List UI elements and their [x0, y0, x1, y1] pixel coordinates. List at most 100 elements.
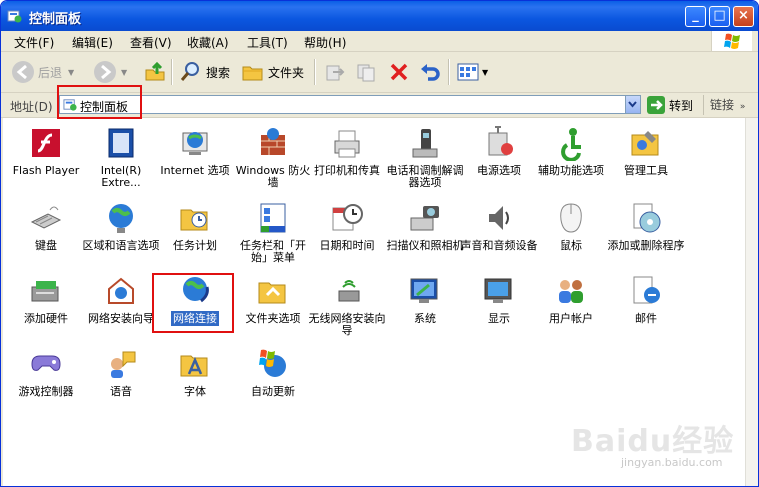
- system-icon: [410, 278, 438, 303]
- control-panel-item[interactable]: 任务计划: [156, 200, 234, 252]
- item-label: 电话和调制解调器选项: [386, 164, 464, 189]
- taskbar-icon: [260, 203, 286, 233]
- control-panel-item[interactable]: 显示: [460, 273, 538, 325]
- delete-button[interactable]: [387, 60, 411, 84]
- toolbar-separator: [314, 59, 316, 85]
- item-label: 语音: [110, 385, 132, 398]
- minimize-button[interactable]: _: [685, 6, 706, 27]
- windows-logo: [711, 31, 752, 51]
- control-panel-item[interactable]: 无线网络安装向导: [308, 273, 386, 337]
- game-controller-icon: [31, 355, 61, 371]
- undo-icon: [421, 64, 440, 81]
- undo-button[interactable]: [418, 60, 442, 84]
- control-panel-item[interactable]: 自动更新: [234, 346, 312, 398]
- control-panel-item[interactable]: 鼠标: [532, 200, 610, 252]
- links-button[interactable]: 链接 »: [703, 95, 758, 115]
- control-panel-item[interactable]: 声音和音频设备: [460, 200, 538, 252]
- item-label: 任务计划: [173, 239, 217, 252]
- power-icon: [488, 126, 513, 156]
- control-panel-item[interactable]: 管理工具: [607, 125, 685, 177]
- watermark-brand: Baidu经验: [571, 424, 735, 459]
- item-label: 添加硬件: [24, 312, 68, 325]
- item-label: 添加或删除程序: [607, 239, 685, 252]
- go-button[interactable]: 转到: [647, 96, 693, 114]
- item-label: 键盘: [35, 239, 57, 252]
- back-dropdown-icon[interactable]: ▼: [68, 68, 74, 77]
- control-panel-item[interactable]: 游戏控制器: [7, 346, 85, 398]
- toolbar-separator: [171, 59, 173, 85]
- watermark-url: jingyan.baidu.com: [621, 456, 723, 469]
- control-panel-item[interactable]: 打印机和传真: [308, 125, 386, 177]
- views-button[interactable]: ▼: [456, 60, 488, 84]
- item-label: 游戏控制器: [18, 385, 74, 398]
- folders-button[interactable]: 文件夹: [241, 60, 304, 84]
- control-panel-item[interactable]: 键盘: [7, 200, 85, 252]
- address-dropdown-button[interactable]: [625, 96, 640, 113]
- control-panel-item[interactable]: 添加硬件: [7, 273, 85, 325]
- control-panel-window: 控制面板 _ □ × 文件(F) 编辑(E) 查看(V) 收藏(A) 工具(T)…: [0, 0, 759, 487]
- vertical-scrollbar[interactable]: [745, 118, 758, 486]
- item-label: 辅助功能选项: [538, 164, 604, 177]
- menu-file[interactable]: 文件(F): [14, 34, 54, 51]
- control-panel-item[interactable]: 电话和调制解调器选项: [386, 125, 464, 189]
- menu-tools[interactable]: 工具(T): [247, 34, 288, 51]
- title-bar[interactable]: 控制面板 _ □ ×: [1, 1, 758, 31]
- control-panel-item[interactable]: 文件夹选项: [234, 273, 312, 325]
- control-panel-item[interactable]: 用户帐户: [532, 273, 610, 325]
- wireless-setup-icon: [338, 280, 360, 302]
- control-panel-item[interactable]: 辅助功能选项: [532, 125, 610, 177]
- close-button[interactable]: ×: [733, 6, 754, 27]
- search-label: 搜索: [206, 65, 231, 80]
- delete-x-icon: [390, 63, 408, 81]
- move-to-icon: [326, 65, 345, 81]
- go-arrow-icon: [647, 96, 665, 114]
- control-panel-item[interactable]: Flash Player: [7, 125, 85, 177]
- item-label: Internet 选项: [160, 164, 230, 177]
- control-panel-item[interactable]: 电源选项: [460, 125, 538, 177]
- network-setup-icon: [108, 277, 134, 304]
- user-accounts-icon: [559, 280, 583, 303]
- forward-dropdown-icon[interactable]: ▼: [121, 68, 127, 77]
- address-input[interactable]: 控制面板: [59, 95, 641, 114]
- forward-button[interactable]: ▼: [93, 60, 127, 84]
- back-button[interactable]: 后退 ▼: [11, 60, 74, 84]
- up-folder-button[interactable]: [143, 60, 167, 84]
- maximize-button[interactable]: □: [709, 6, 730, 27]
- control-panel-item[interactable]: 系统: [386, 273, 464, 325]
- region-globe-icon: [109, 204, 133, 233]
- control-panel-item[interactable]: 任务栏和「开始」菜单: [234, 200, 312, 264]
- control-panel-item[interactable]: Windows 防火墙: [234, 125, 312, 189]
- mouse-icon: [560, 203, 582, 233]
- item-label: 显示: [488, 312, 510, 325]
- window-title: 控制面板: [29, 12, 82, 27]
- scheduled-tasks-icon: [180, 209, 208, 231]
- control-panel-item[interactable]: 语音: [82, 346, 160, 398]
- go-label: 转到: [669, 98, 694, 113]
- keyboard-icon: [30, 206, 62, 229]
- control-panel-item[interactable]: 网络安装向导: [82, 273, 160, 325]
- menu-bar: 文件(F) 编辑(E) 查看(V) 收藏(A) 工具(T) 帮助(H): [1, 31, 758, 52]
- control-panel-item[interactable]: Intel(R) Extre...: [82, 125, 160, 189]
- toolbar-separator: [448, 59, 450, 85]
- menu-favorites[interactable]: 收藏(A): [187, 34, 229, 51]
- views-dropdown-icon[interactable]: ▼: [482, 68, 488, 77]
- baidu-watermark: Baidu经验 jingyan.baidu.com: [571, 416, 741, 476]
- control-panel-item[interactable]: 邮件: [607, 273, 685, 325]
- item-label: Intel(R) Extre...: [100, 164, 142, 189]
- move-to-button[interactable]: [323, 60, 347, 84]
- control-panel-item[interactable]: 区域和语言选项: [82, 200, 160, 252]
- menu-view[interactable]: 查看(V): [130, 34, 172, 51]
- control-panel-item[interactable]: 字体: [156, 346, 234, 398]
- menu-edit[interactable]: 编辑(E): [72, 34, 113, 51]
- copy-to-button[interactable]: [355, 60, 379, 84]
- search-button[interactable]: 搜索: [179, 60, 230, 84]
- control-panel-item[interactable]: 添加或删除程序: [607, 200, 685, 252]
- menu-help[interactable]: 帮助(H): [304, 34, 346, 51]
- auto-update-icon: [259, 349, 286, 377]
- item-label: Flash Player: [12, 164, 80, 177]
- control-panel-item[interactable]: Internet 选项: [156, 125, 234, 177]
- item-label: 打印机和传真: [314, 164, 380, 177]
- copy-to-icon: [357, 64, 375, 82]
- control-panel-item[interactable]: 扫描仪和照相机: [386, 200, 464, 252]
- control-panel-item[interactable]: 日期和时间: [308, 200, 386, 252]
